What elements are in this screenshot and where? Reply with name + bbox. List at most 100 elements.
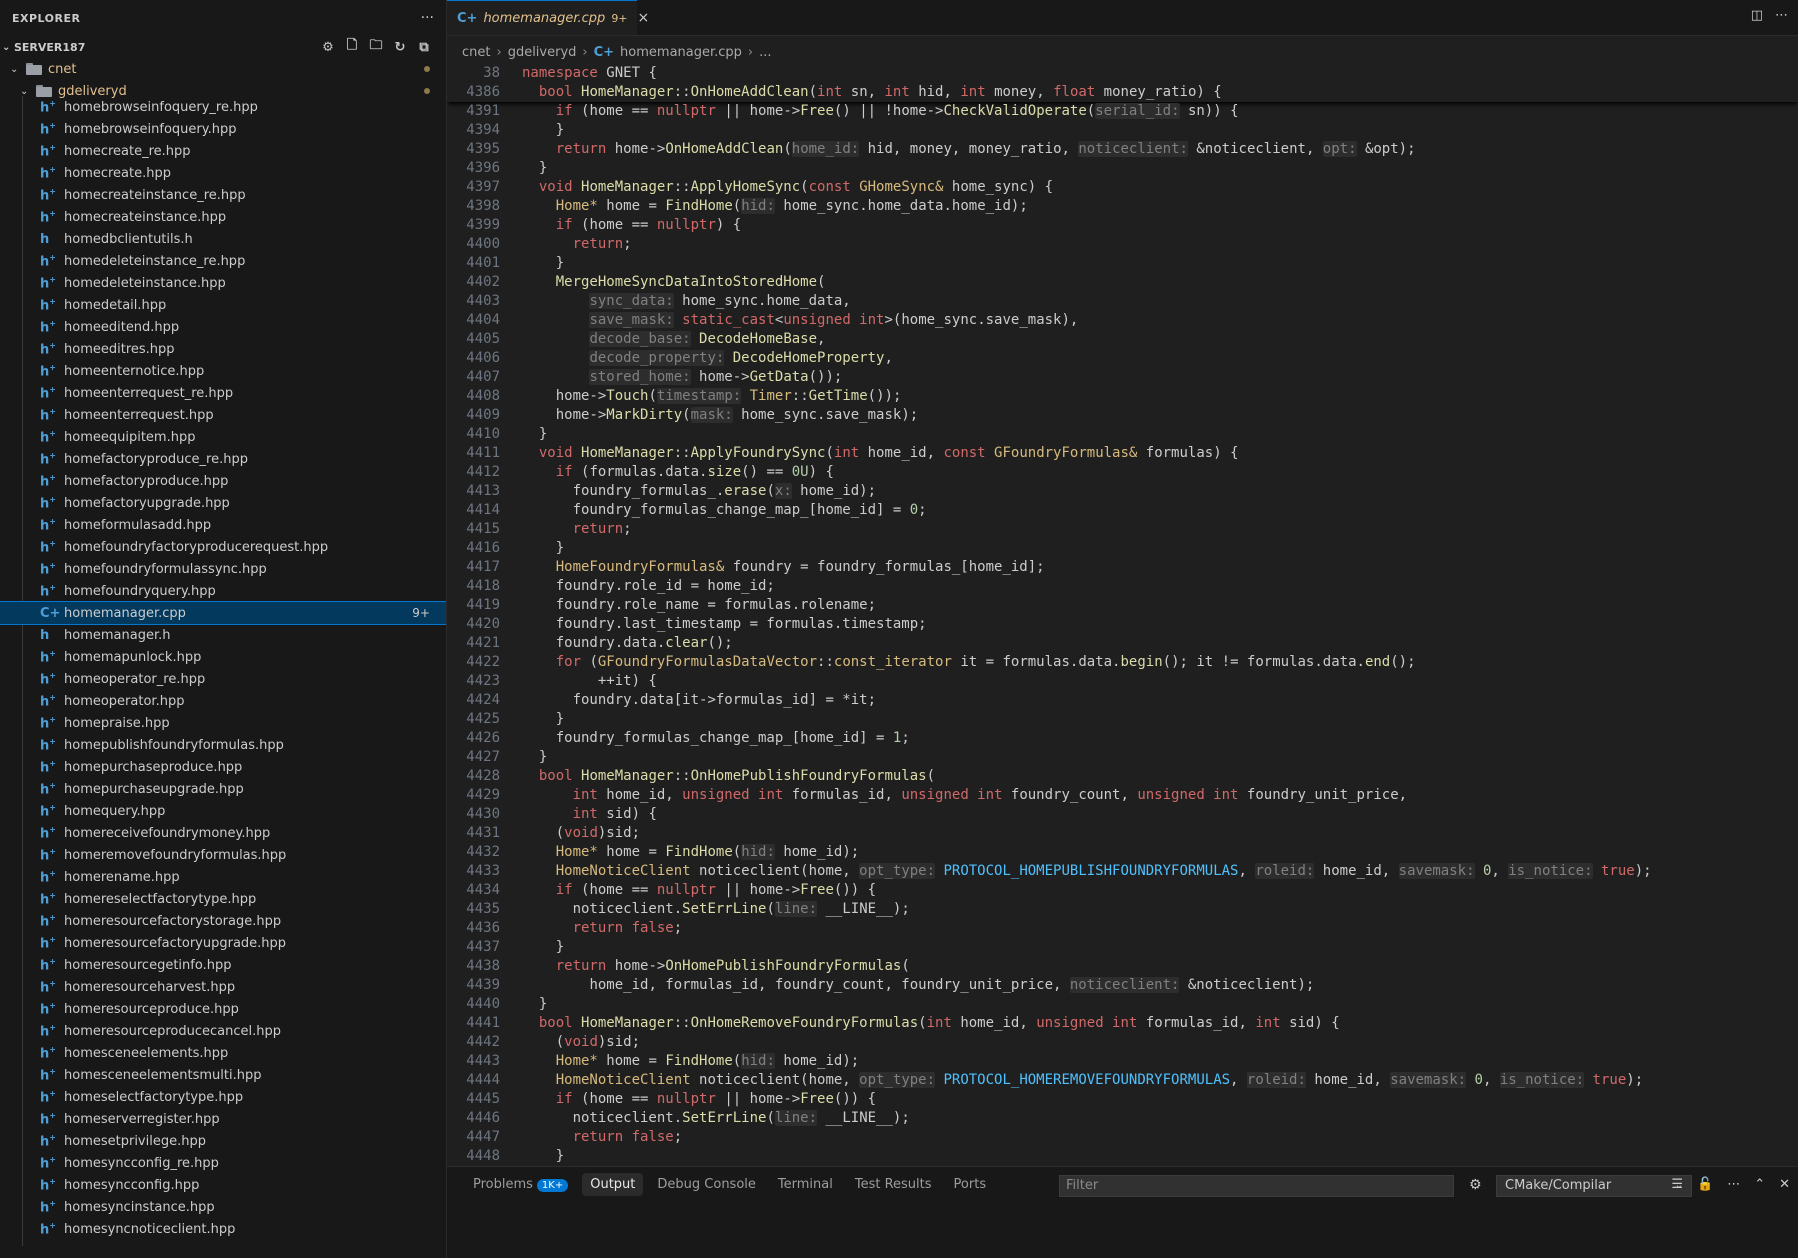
- tab-output[interactable]: Output: [582, 1173, 644, 1196]
- folder-cnet[interactable]: ⌄ cnet: [0, 58, 446, 80]
- file-item[interactable]: h+ homeeditend.hpp: [0, 316, 446, 338]
- file-item[interactable]: h+ homereselectfactorytype.hpp: [0, 888, 446, 910]
- new-folder-icon[interactable]: 🗀: [368, 38, 384, 55]
- new-file-icon[interactable]: 🗋: [344, 38, 360, 55]
- split-editor-icon[interactable]: ◫: [1751, 8, 1763, 23]
- file-item[interactable]: h+ homemapunlock.hpp: [0, 646, 446, 668]
- output-filter-input[interactable]: Filter: [1059, 1175, 1454, 1197]
- file-item[interactable]: h+ homecreate.hpp: [0, 162, 446, 184]
- file-item[interactable]: h+ homeenterrequest.hpp: [0, 404, 446, 426]
- workspace-root[interactable]: ⌄ SERVER187 ⚙ 🗋 🗀 ↻ ⧉: [0, 36, 446, 58]
- file-item[interactable]: h+ homedetail.hpp: [0, 294, 446, 316]
- header-file-icon: h+: [40, 1176, 56, 1194]
- tab-problems[interactable]: Problems 1K+: [465, 1173, 576, 1196]
- file-item[interactable]: h homemanager.h: [0, 624, 446, 646]
- lock-icon[interactable]: 🔓: [1697, 1177, 1713, 1192]
- code-line: 4395 return home->OnHomeAddClean(home_id…: [447, 140, 1798, 159]
- file-item[interactable]: h+ homeenterrequest_re.hpp: [0, 382, 446, 404]
- file-item[interactable]: h+ homebrowseinfoquery.hpp: [0, 118, 446, 140]
- file-item[interactable]: h+ homeformulasadd.hpp: [0, 514, 446, 536]
- tab-ports[interactable]: Ports: [946, 1173, 995, 1196]
- breadcrumb-item[interactable]: ...: [759, 45, 771, 60]
- refresh-icon[interactable]: ↻: [392, 39, 408, 55]
- file-item[interactable]: h+ homerename.hpp: [0, 866, 446, 888]
- inlay-hint: x:: [774, 483, 792, 499]
- breadcrumb-item[interactable]: gdeliveryd: [508, 45, 577, 60]
- file-item[interactable]: h+ homepraise.hpp: [0, 712, 446, 734]
- file-item[interactable]: h+ homefactoryupgrade.hpp: [0, 492, 446, 514]
- file-item[interactable]: h+ homefactoryproduce.hpp: [0, 470, 446, 492]
- list-icon[interactable]: ☰: [1671, 1177, 1683, 1192]
- file-item[interactable]: h+ homefoundryformulassync.hpp: [0, 558, 446, 580]
- file-item[interactable]: h+ homesceneelementsmulti.hpp: [0, 1064, 446, 1086]
- file-item[interactable]: h+ homeremovefoundryformulas.hpp: [0, 844, 446, 866]
- code-line: 4394 }: [447, 121, 1798, 140]
- file-item[interactable]: h+ homecreateinstance.hpp: [0, 206, 446, 228]
- problem-count-badge: 9+: [412, 606, 430, 620]
- gear-icon[interactable]: ⚙: [1469, 1177, 1482, 1193]
- more-actions-icon[interactable]: ⋯: [1775, 8, 1788, 23]
- code-token: __LINE__);: [817, 1110, 910, 1126]
- file-item[interactable]: h+ homequery.hpp: [0, 800, 446, 822]
- gear-icon[interactable]: ⚙: [320, 39, 336, 55]
- file-item[interactable]: h+ homefactoryproduce_re.hpp: [0, 448, 446, 470]
- code-token: (: [732, 1053, 742, 1069]
- file-item[interactable]: h+ homesceneelements.hpp: [0, 1042, 446, 1064]
- code-text: (void)sid;: [522, 824, 640, 843]
- tab-debug-console[interactable]: Debug Console: [649, 1173, 764, 1196]
- file-item[interactable]: h+ homepublishfoundryformulas.hpp: [0, 734, 446, 756]
- explorer-more-button[interactable]: ···: [421, 10, 434, 26]
- file-item[interactable]: h+ homesyncinstance.hpp: [0, 1196, 446, 1218]
- file-item-label: homecreate_re.hpp: [64, 143, 191, 159]
- tab-homemanager-cpp[interactable]: C+ homemanager.cpp 9+ ×: [447, 0, 649, 35]
- file-item[interactable]: h+ homefoundryquery.hpp: [0, 580, 446, 602]
- file-item[interactable]: h+ homeoperator_re.hpp: [0, 668, 446, 690]
- collapse-all-icon[interactable]: ⧉: [416, 39, 432, 55]
- file-item[interactable]: h+ homefoundryfactoryproducerequest.hpp: [0, 536, 446, 558]
- file-item[interactable]: h+ homepurchaseupgrade.hpp: [0, 778, 446, 800]
- file-item[interactable]: h+ homepurchaseproduce.hpp: [0, 756, 446, 778]
- code-token: (: [766, 901, 775, 917]
- code-token: ;: [623, 521, 632, 537]
- file-item[interactable]: h+ homeresourceharvest.hpp: [0, 976, 446, 998]
- file-item-label: homebrowseinfoquery_re.hpp: [64, 99, 258, 115]
- file-item[interactable]: h+ homereceivefoundrymoney.hpp: [0, 822, 446, 844]
- file-item[interactable]: h+ homeresourceproducecancel.hpp: [0, 1020, 446, 1042]
- file-item[interactable]: h+ homesetprivilege.hpp: [0, 1130, 446, 1152]
- file-item[interactable]: h+ homeequipitem.hpp: [0, 426, 446, 448]
- file-item[interactable]: h+ homeresourcegetinfo.hpp: [0, 954, 446, 976]
- close-icon[interactable]: ×: [638, 10, 650, 26]
- file-item[interactable]: h homedbclientutils.h: [0, 228, 446, 250]
- file-item[interactable]: h+ homecreate_re.hpp: [0, 140, 446, 162]
- file-item[interactable]: h+ homesyncnoticeclient.hpp: [0, 1218, 446, 1240]
- file-item[interactable]: h+ homesyncconfig_re.hpp: [0, 1152, 446, 1174]
- file-item[interactable]: h+ homeserverregister.hpp: [0, 1108, 446, 1130]
- code-editor[interactable]: 38 namespace GNET {4386 bool HomeManager:…: [447, 64, 1798, 1165]
- tab-test-results[interactable]: Test Results: [847, 1173, 940, 1196]
- file-item[interactable]: h+ homeselectfactorytype.hpp: [0, 1086, 446, 1108]
- file-item[interactable]: h+ homeoperator.hpp: [0, 690, 446, 712]
- file-item[interactable]: h+ homeeditres.hpp: [0, 338, 446, 360]
- close-panel-icon[interactable]: ✕: [1779, 1177, 1790, 1192]
- file-item[interactable]: h+ homedeleteinstance_re.hpp: [0, 250, 446, 272]
- file-item[interactable]: C+ homemanager.cpp 9+: [0, 601, 446, 625]
- output-channel-select[interactable]: CMake/Compilar ⌄: [1496, 1175, 1692, 1197]
- breadcrumb-item[interactable]: homemanager.cpp: [620, 45, 742, 60]
- code-text: namespace GNET {: [522, 64, 657, 83]
- file-item[interactable]: h+ homeresourcefactoryupgrade.hpp: [0, 932, 446, 954]
- code-token: (: [648, 388, 657, 404]
- file-item[interactable]: h+ homeenternotice.hpp: [0, 360, 446, 382]
- file-item[interactable]: h+ homecreateinstance_re.hpp: [0, 184, 446, 206]
- file-item[interactable]: h+ homesyncconfig.hpp: [0, 1174, 446, 1196]
- file-item[interactable]: h+ homeresourcefactorystorage.hpp: [0, 910, 446, 932]
- file-item[interactable]: h+ homedeleteinstance.hpp: [0, 272, 446, 294]
- maximize-panel-icon[interactable]: ⌃: [1754, 1177, 1765, 1192]
- tab-terminal[interactable]: Terminal: [770, 1173, 841, 1196]
- file-item[interactable]: h+ homeresourceproduce.hpp: [0, 998, 446, 1020]
- more-actions-icon[interactable]: ⋯: [1727, 1177, 1740, 1192]
- breadcrumb-item[interactable]: cnet: [462, 45, 490, 60]
- file-item[interactable]: h+ homebrowseinfoquery_re.hpp: [0, 96, 446, 118]
